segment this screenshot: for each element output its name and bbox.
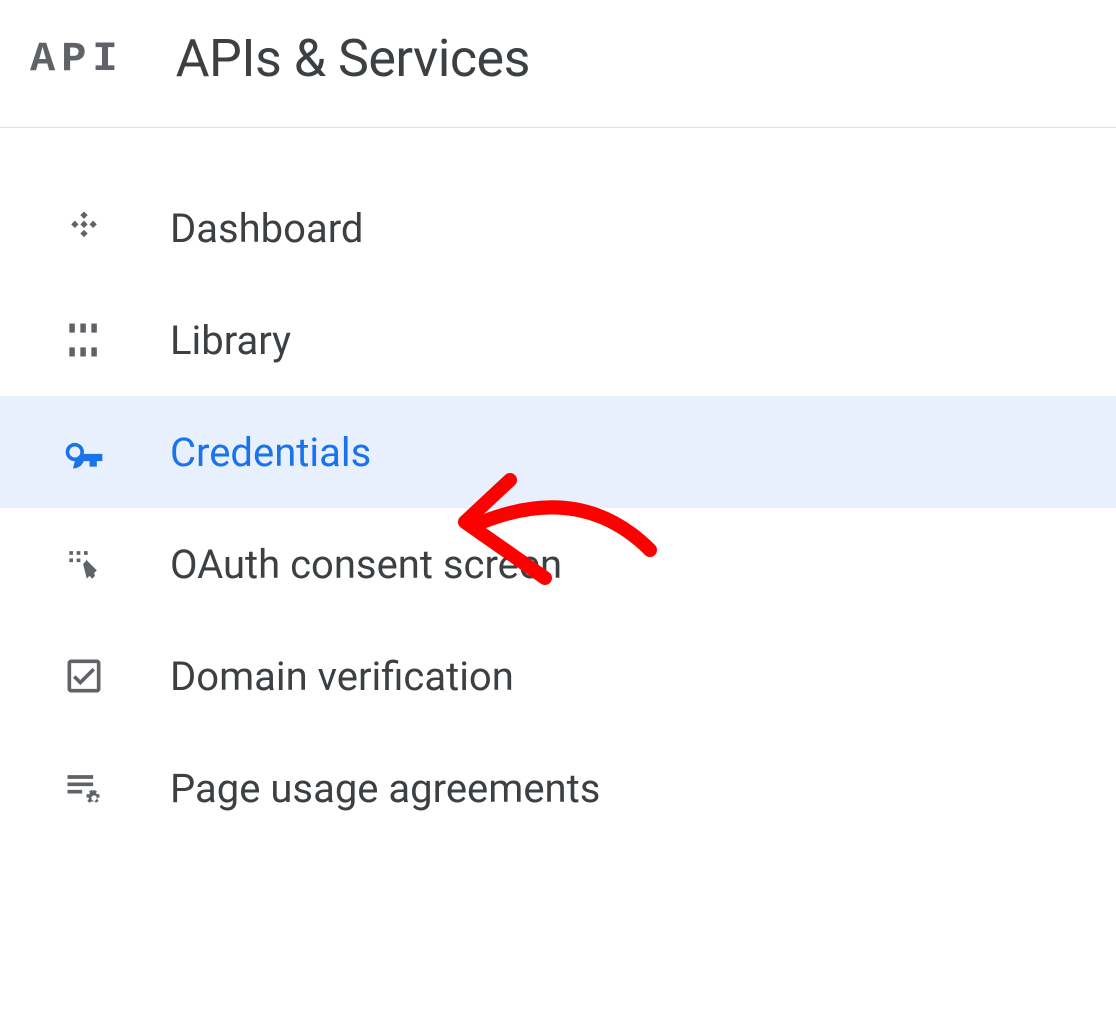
sidebar-item-label: Domain verification: [170, 653, 514, 700]
sidebar-item-credentials[interactable]: Credentials: [0, 396, 1116, 508]
sidebar-item-label: Library: [170, 317, 291, 364]
sidebar-item-label: Page usage agreements: [170, 765, 600, 812]
sidebar-item-label: Credentials: [170, 429, 371, 476]
library-icon: [62, 318, 106, 362]
header: API APIs & Services: [0, 0, 1116, 128]
page-title: APIs & Services: [176, 28, 530, 89]
sidebar-item-label: OAuth consent screen: [170, 541, 562, 588]
oauth-consent-icon: [62, 542, 106, 586]
checkbox-icon: [62, 654, 106, 698]
sidebar-nav-list: Dashboard Library Credentials OAuth cons…: [0, 128, 1116, 844]
api-badge: API: [30, 35, 124, 83]
key-icon: [62, 430, 106, 474]
sidebar-item-page-usage-agreements[interactable]: Page usage agreements: [0, 732, 1116, 844]
page-gear-icon: [62, 766, 106, 810]
sidebar-item-dashboard[interactable]: Dashboard: [0, 172, 1116, 284]
dashboard-diamond-icon: [62, 206, 106, 250]
sidebar-item-oauth-consent[interactable]: OAuth consent screen: [0, 508, 1116, 620]
sidebar-item-label: Dashboard: [170, 205, 363, 252]
sidebar-item-domain-verification[interactable]: Domain verification: [0, 620, 1116, 732]
sidebar-item-library[interactable]: Library: [0, 284, 1116, 396]
